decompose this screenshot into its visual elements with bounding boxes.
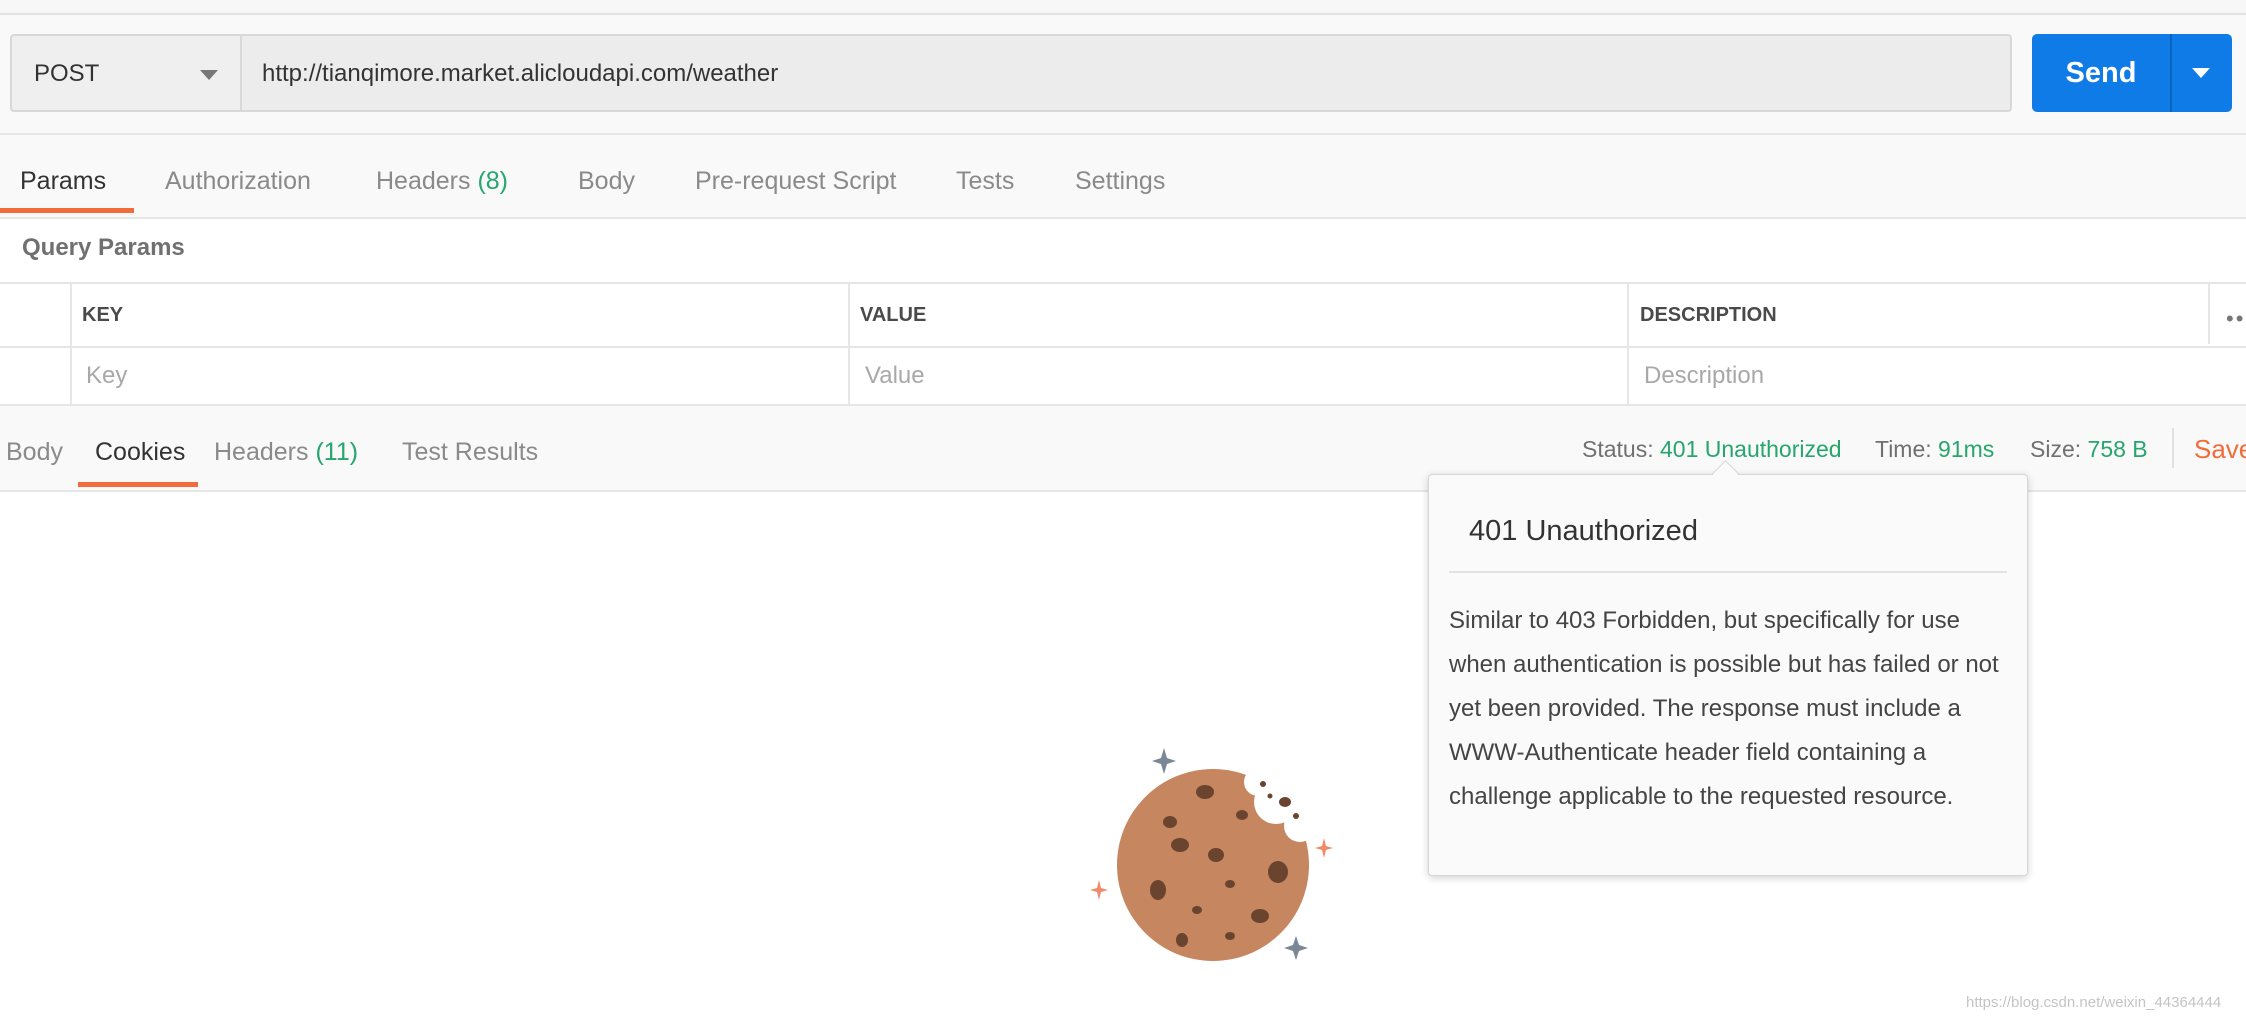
request-tabs: Params Authorization Headers (8) Body Pr… xyxy=(0,135,2246,219)
tooltip-body: Similar to 403 Forbidden, but specifical… xyxy=(1449,607,1999,810)
tab-label: Headers xyxy=(214,438,309,466)
more-icon[interactable]: •• xyxy=(2226,306,2245,332)
row-divider xyxy=(0,346,2246,348)
tab-count: (11) xyxy=(315,438,359,466)
response-size[interactable]: Size: 758 B xyxy=(2030,436,2148,463)
column-divider xyxy=(2208,284,2210,344)
url-text: http://tianqimore.market.alicloudapi.com… xyxy=(262,60,779,87)
size-value: 758 B xyxy=(2087,436,2148,462)
url-input[interactable]: http://tianqimore.market.alicloudapi.com… xyxy=(240,34,2012,112)
response-tab-test-results[interactable]: Test Results xyxy=(402,438,538,467)
watermark: https://blog.csdn.net/weixin_44364444 xyxy=(1966,994,2222,1011)
tab-label: Settings xyxy=(1075,167,1166,195)
key-input[interactable]: Key xyxy=(86,362,127,390)
tab-label: Params xyxy=(20,167,107,195)
tab-settings[interactable]: Settings xyxy=(1075,167,1165,196)
response-time[interactable]: Time: 91ms xyxy=(1875,436,1994,463)
status-tooltip: 401 Unauthorized Similar to 403 Forbidde… xyxy=(1428,474,2028,876)
cookie-icon xyxy=(1090,748,1333,961)
time-value: 91ms xyxy=(1938,436,1995,462)
response-tab-cookies[interactable]: Cookies xyxy=(95,438,185,467)
top-strip xyxy=(0,0,2246,15)
save-response-button[interactable]: Save xyxy=(2194,434,2246,465)
column-header-description: DESCRIPTION xyxy=(1640,304,1777,326)
tab-label: Body xyxy=(6,438,63,466)
query-params-table: KEY VALUE DESCRIPTION •• Key Value Descr… xyxy=(0,282,2246,406)
column-header-key: KEY xyxy=(82,304,124,326)
response-status[interactable]: Status: 401 Unauthorized xyxy=(1582,436,1842,463)
query-params-title: Query Params xyxy=(22,234,185,261)
response-tab-body[interactable]: Body xyxy=(6,438,63,467)
divider xyxy=(2172,428,2174,468)
column-divider xyxy=(70,284,72,404)
send-options-button[interactable] xyxy=(2172,34,2232,112)
column-divider xyxy=(848,284,850,404)
status-label: Status: xyxy=(1582,436,1654,462)
chevron-down-icon xyxy=(200,70,218,80)
method-select[interactable]: POST xyxy=(10,34,240,112)
tab-label: Authorization xyxy=(165,167,311,195)
description-input[interactable]: Description xyxy=(1644,362,1764,390)
column-header-value: VALUE xyxy=(860,304,927,326)
size-label: Size: xyxy=(2030,436,2082,462)
tab-authorization[interactable]: Authorization xyxy=(165,167,311,196)
tab-label: Body xyxy=(578,167,635,195)
active-tab-indicator xyxy=(78,482,198,487)
tooltip-title: 401 Unauthorized xyxy=(1469,515,1698,547)
tooltip-divider xyxy=(1449,571,2007,573)
value-input[interactable]: Value xyxy=(865,362,925,390)
tab-body[interactable]: Body xyxy=(578,167,635,196)
active-tab-indicator xyxy=(0,208,134,213)
tab-label: Test Results xyxy=(402,438,539,466)
time-label: Time: xyxy=(1875,436,1932,462)
send-button[interactable]: Send xyxy=(2032,34,2170,112)
tab-params[interactable]: Params xyxy=(20,167,106,196)
response-tab-headers[interactable]: Headers (11) xyxy=(214,438,358,467)
tab-count: (8) xyxy=(477,167,509,195)
tab-headers[interactable]: Headers (8) xyxy=(376,167,508,196)
tab-label: Pre-request Script xyxy=(695,167,897,195)
tab-label: Cookies xyxy=(95,438,186,466)
column-divider xyxy=(1627,284,1629,404)
tab-label: Tests xyxy=(956,167,1015,195)
tab-label: Headers xyxy=(376,167,471,195)
chevron-down-icon xyxy=(2192,68,2210,78)
tab-pre-request-script[interactable]: Pre-request Script xyxy=(695,167,896,196)
tab-tests[interactable]: Tests xyxy=(956,167,1014,196)
method-label: POST xyxy=(34,60,100,87)
status-value: 401 Unauthorized xyxy=(1660,436,1842,462)
